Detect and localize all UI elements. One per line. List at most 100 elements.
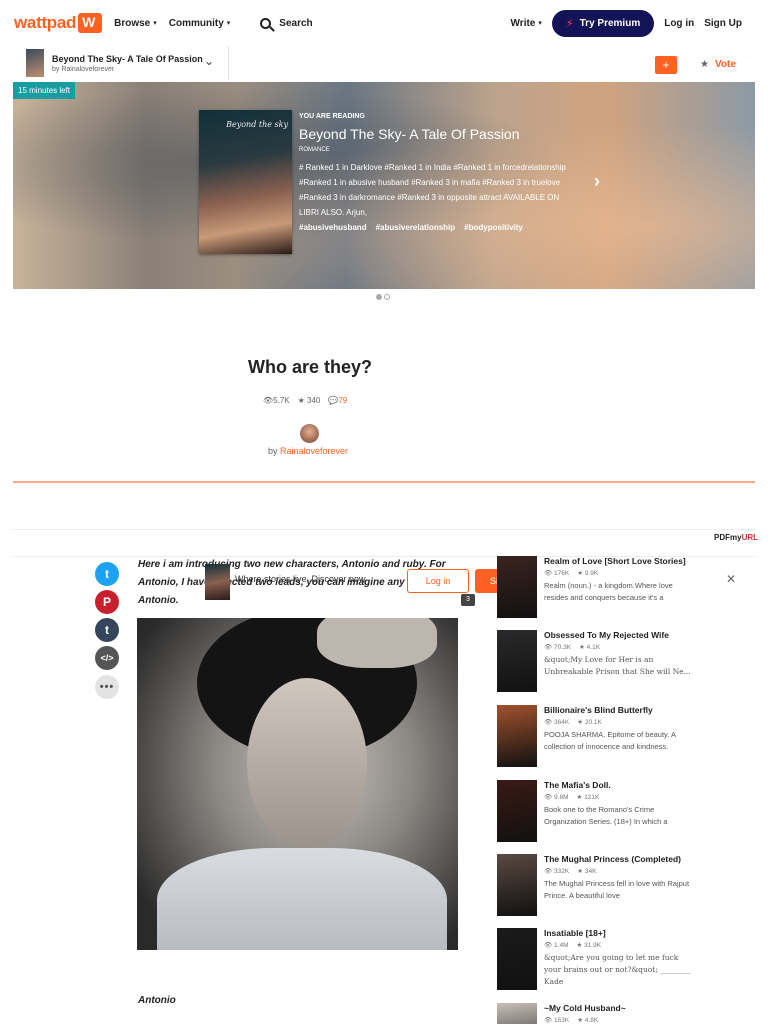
chapter-image: [137, 618, 458, 950]
story-description: The Mughal Princess fell in love with Ra…: [544, 879, 690, 900]
pinterest-share-icon[interactable]: P: [95, 590, 119, 614]
tag-list: #abusivehusband #abusiverelationship #bo…: [299, 223, 523, 232]
author-link[interactable]: Rainaloveforever: [280, 446, 348, 456]
story-cover[interactable]: [497, 928, 537, 990]
embed-icon[interactable]: </>: [95, 646, 119, 670]
votes-count: ★ 4.1K: [579, 644, 601, 651]
comment-icon: 💬: [328, 396, 339, 405]
write-label: Write: [510, 17, 536, 29]
avatar[interactable]: [300, 424, 319, 443]
recommended-story[interactable]: Billionaire's Blind Butterfly 👁 364K ★ 20.…: [497, 705, 697, 769]
story-title[interactable]: The Mughal Princess (Completed): [544, 854, 694, 864]
story-title[interactable]: The Mafia's Doll.: [544, 780, 694, 790]
recommended-story[interactable]: Insatiable [18+] 👁 1.4M ★ 31.9K &quot;Are y…: [497, 928, 697, 992]
recommended-story[interactable]: ~My Cold Husband~ 👁 153K ★ 4.8K: [497, 1003, 697, 1024]
hero-story-title[interactable]: Beyond The Sky- A Tale Of Passion: [299, 126, 520, 142]
image-shirt: [157, 848, 447, 950]
reads-count: 👁 1.4M: [544, 942, 569, 949]
search-placeholder: Search: [279, 17, 313, 29]
divider: [228, 46, 229, 80]
story-bar: Beyond The Sky- A Tale Of Passion by Rai…: [0, 46, 768, 82]
votes-count: ★ 20.1K: [577, 719, 602, 726]
logo-text: wattpad: [14, 13, 77, 32]
pdf-logo-main: PDFmy: [714, 533, 742, 542]
time-left-badge: 15 minutes left: [13, 82, 76, 99]
story-cover[interactable]: [497, 705, 537, 767]
story-cover[interactable]: [497, 630, 537, 692]
votes-count: ★ 34K: [577, 868, 597, 875]
story-description: Realm (noun.) - a kingdom.Where love res…: [544, 581, 673, 602]
story-title[interactable]: Realm of Love [Short Love Stories]: [544, 556, 694, 566]
story-description: # Ranked 1 in Darklove #Ranked 1 in Indi…: [299, 163, 566, 217]
story-title[interactable]: Insatiable [18+]: [544, 928, 694, 938]
image-hand: [317, 618, 437, 668]
chapter-stats: 👁5.7K ★ 340 💬79: [263, 396, 347, 405]
login-link[interactable]: Log in: [664, 18, 694, 29]
chevron-right-icon[interactable]: ›: [594, 171, 600, 192]
community-label: Community: [168, 17, 224, 29]
story-cover-thumb[interactable]: [26, 49, 44, 77]
votes-count: ★ 31.9K: [576, 942, 602, 949]
search-input[interactable]: Search: [260, 17, 313, 29]
story-stats: 👁 364K ★ 20.1K: [544, 718, 602, 726]
more-options-icon[interactable]: •••: [95, 675, 119, 699]
story-stats: 👁 332K ★ 34K: [544, 867, 596, 875]
recommended-story[interactable]: Obsessed To My Rejected Wife 👁 70.3K ★ 4.1…: [497, 630, 697, 694]
login-button[interactable]: Log in: [407, 569, 469, 593]
story-cover[interactable]: [497, 780, 537, 842]
caret-down-icon: ▾: [538, 20, 542, 27]
reads-count: 👁 70.3K: [544, 644, 572, 651]
story-stats: 👁 176K ★ 9.9K: [544, 569, 598, 577]
story-cover[interactable]: [497, 556, 537, 618]
tag[interactable]: #abusiverelationship: [376, 223, 456, 232]
eye-icon: 👁: [263, 396, 274, 405]
search-icon: [260, 17, 272, 29]
community-menu[interactable]: Community ▾: [169, 18, 231, 29]
story-cover[interactable]: [497, 1003, 537, 1024]
bolt-icon: ⚡: [565, 17, 574, 30]
recommended-story[interactable]: Realm of Love [Short Love Stories] 👁 176K…: [497, 556, 697, 620]
tumblr-share-icon[interactable]: t: [95, 618, 119, 642]
reads-count: 👁 364K: [544, 719, 570, 726]
twitter-share-icon[interactable]: t: [95, 562, 119, 586]
story-cover[interactable]: [497, 854, 537, 916]
wattpad-logo[interactable]: wattpad: [14, 13, 103, 33]
story-title[interactable]: Beyond The Sky- A Tale Of Passion: [52, 54, 203, 64]
sticky-strip: [13, 529, 755, 557]
story-cover[interactable]: Beyond the sky: [199, 110, 292, 254]
comments-stat[interactable]: 💬79: [328, 396, 347, 405]
story-title[interactable]: Obsessed To My Rejected Wife: [544, 630, 694, 640]
signup-slogan: Where stories live. Discover now: [235, 574, 366, 584]
recommended-story[interactable]: The Mughal Princess (Completed) 👁 332K ★ 3…: [497, 854, 697, 918]
star-icon: ★: [297, 396, 305, 405]
image-caption: Antonio: [138, 995, 176, 1006]
close-icon[interactable]: ✕: [726, 572, 736, 586]
carousel-dot[interactable]: [376, 294, 382, 300]
votes-count: 340: [307, 396, 321, 405]
reads-count: 👁 153K: [544, 1017, 570, 1024]
carousel-dot[interactable]: [384, 294, 390, 300]
story-title[interactable]: ~My Cold Husband~: [544, 1003, 694, 1013]
write-menu[interactable]: Write ▾: [511, 18, 542, 29]
recommended-story[interactable]: The Mafia's Doll. 👁 9.8M ★ 121K Book one to…: [497, 780, 697, 844]
story-description: POOJA SHARMA. Epitome of beauty. A colle…: [544, 730, 676, 751]
chapter-title: Who are they?: [247, 357, 372, 377]
story-stats: 👁 70.3K ★ 4.1K: [544, 643, 600, 651]
tag[interactable]: #abusivehusband: [299, 223, 367, 232]
votes-count: ★ 121K: [576, 794, 600, 801]
tag[interactable]: #bodypositivity: [464, 223, 523, 232]
pdfmyurl-logo: PDFmyURL: [714, 533, 758, 542]
chevron-down-icon[interactable]: ⌄: [204, 54, 214, 68]
author-byline: by Rainaloveforever: [268, 446, 348, 456]
image-face: [247, 678, 367, 848]
story-title[interactable]: Billionaire's Blind Butterfly: [544, 705, 694, 715]
browse-menu[interactable]: Browse ▾: [114, 18, 157, 29]
votes-count: ★ 4.8K: [577, 1017, 599, 1024]
divider: [13, 481, 755, 483]
signup-link[interactable]: Sign Up: [704, 18, 742, 29]
vote-button[interactable]: ★ Vote: [700, 59, 736, 70]
logo-w-icon: [78, 13, 103, 33]
try-premium-button[interactable]: ⚡ Try Premium: [551, 9, 655, 37]
pdf-logo-accent: URL: [741, 533, 759, 542]
add-to-library-button[interactable]: +: [655, 56, 677, 74]
